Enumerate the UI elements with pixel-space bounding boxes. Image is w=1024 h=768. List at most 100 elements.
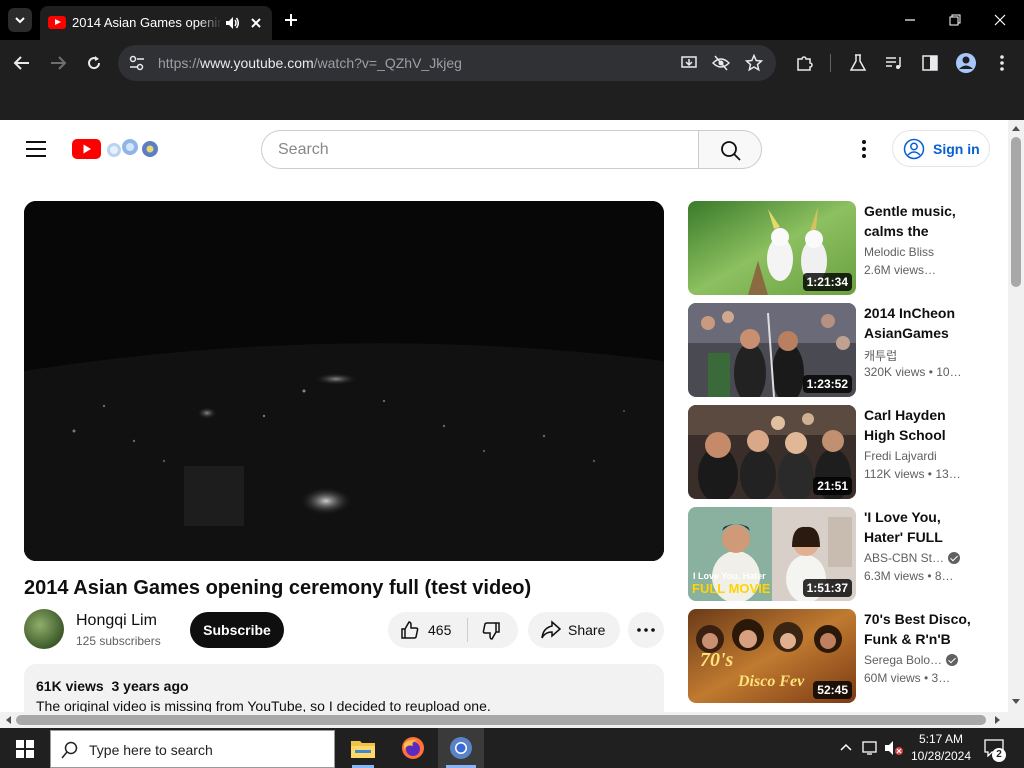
browser-infobar-area — [0, 86, 1024, 120]
recommendation-channel[interactable]: Fredi Lajvardi — [864, 449, 937, 463]
reload-icon[interactable] — [84, 53, 104, 73]
thumbnail-caption-line1: 70's — [700, 649, 734, 671]
sign-in-label: Sign in — [933, 141, 980, 157]
more-actions-button[interactable] — [628, 612, 664, 648]
dislike-button[interactable] — [468, 612, 518, 648]
taskbar-chrome[interactable] — [438, 728, 484, 768]
duration-badge: 52:45 — [813, 681, 852, 699]
search-input[interactable] — [278, 139, 678, 161]
search-button[interactable] — [698, 130, 762, 169]
recommendation-item[interactable]: 21:51 Carl Hayden High School Robotics F… — [688, 405, 1008, 499]
scroll-right-arrow-icon[interactable] — [994, 716, 1002, 724]
recommendation-title[interactable]: 70's Best Disco, Funk & R'n'B Hits — [864, 609, 974, 649]
network-icon[interactable] — [862, 740, 880, 756]
vertical-scroll-thumb[interactable] — [1011, 137, 1021, 287]
media-control-icon[interactable] — [884, 53, 904, 73]
recommendation-meta: 2.6M views… — [864, 263, 937, 277]
recommendation-meta: 60M views • 3… — [864, 671, 951, 685]
recommendation-item[interactable]: 1:21:34 Gentle music, calms the nervous … — [688, 201, 1008, 295]
system-clock[interactable]: 5:17 AM 10/28/2024 — [906, 731, 976, 765]
new-tab-plus-icon[interactable] — [283, 12, 299, 28]
search-box — [261, 130, 699, 169]
upload-age: 3 years ago — [111, 678, 189, 694]
description-text: The original video is missing from YouTu… — [36, 698, 491, 712]
recommendation-thumbnail[interactable]: 21:51 — [688, 405, 856, 499]
volume-muted-icon[interactable] — [884, 740, 904, 756]
browser-menu-icon[interactable] — [992, 53, 1012, 73]
channel-name[interactable]: Hongqi Lim — [76, 612, 157, 630]
browser-toolbar: https://www.youtube.com/watch?v=_QZhV_Jk… — [0, 40, 1024, 86]
url-scheme: https:// — [158, 55, 201, 71]
youtube-logo-icon — [72, 139, 158, 159]
back-arrow-icon[interactable] — [12, 53, 32, 73]
minimize-icon[interactable] — [902, 12, 918, 28]
recommendation-channel[interactable]: 캐투럽 — [864, 347, 897, 364]
recommendation-title[interactable]: 'I Love You, Hater' FULL MOVIE — [864, 507, 974, 547]
recommendation-item[interactable]: 70's Disco Fev 52:45 70's Best Disco, Fu… — [688, 609, 1008, 703]
video-player[interactable] — [24, 201, 664, 561]
show-hidden-icons-chevron-icon[interactable] — [840, 742, 852, 752]
scroll-down-arrow-icon[interactable] — [1012, 698, 1020, 706]
bookmark-star-icon[interactable] — [745, 54, 763, 72]
recommendation-meta: 320K views • 10… — [864, 365, 962, 379]
subscribe-button[interactable]: Subscribe — [190, 612, 284, 648]
description-box[interactable]: 61K views 3 years ago The original video… — [24, 664, 664, 712]
thumbnail-caption-line2: FULL MOVIE — [692, 581, 771, 596]
close-window-icon[interactable] — [992, 12, 1008, 28]
recommendation-title[interactable]: Carl Hayden High School Robotics — [864, 405, 974, 445]
settings-more-icon[interactable] — [854, 139, 874, 159]
restore-icon[interactable] — [947, 12, 963, 28]
recommendation-title[interactable]: 2014 InCheon AsianGames Opening — [864, 303, 974, 343]
recommendation-item[interactable]: 1:23:52 2014 InCheon AsianGames Opening … — [688, 303, 1008, 397]
like-dislike-group: 465 — [388, 612, 518, 648]
video-title: 2014 Asian Games opening ceremony full (… — [24, 577, 532, 599]
recommendation-thumbnail[interactable]: 1:21:34 — [688, 201, 856, 295]
youtube-page: Sign in 2014 Asian Games opening ceremon… — [0, 120, 1008, 712]
recommendation-meta: 6.3M views • 8… — [864, 569, 954, 583]
speaker-icon[interactable] — [224, 15, 240, 31]
recommendation-thumbnail[interactable]: I Love You, Hater FULL MOVIE 1:51:37 — [688, 507, 856, 601]
recommendation-thumbnail[interactable]: 1:23:52 — [688, 303, 856, 397]
recommendation-thumbnail[interactable]: 70's Disco Fev 52:45 — [688, 609, 856, 703]
side-panel-icon[interactable] — [920, 53, 940, 73]
windows-start-icon[interactable] — [16, 740, 34, 758]
site-settings-icon[interactable] — [128, 54, 146, 72]
scroll-left-arrow-icon[interactable] — [4, 716, 12, 724]
taskbar-search-box[interactable]: Type here to search — [50, 730, 335, 768]
recommendation-item[interactable]: I Love You, Hater FULL MOVIE 1:51:37 'I … — [688, 507, 1008, 601]
sign-in-button[interactable]: Sign in — [892, 130, 990, 167]
taskbar-firefox[interactable] — [390, 728, 436, 768]
tab-title: 2014 Asian Games opening ceremony full (… — [72, 15, 222, 30]
thumbnail-caption-line2: Disco Fev — [738, 673, 805, 690]
folder-icon — [351, 741, 375, 758]
horizontal-scroll-thumb[interactable] — [16, 715, 986, 725]
scroll-up-arrow-icon[interactable] — [1012, 124, 1020, 132]
eye-slash-icon[interactable] — [712, 54, 730, 72]
verified-check-icon — [948, 552, 961, 564]
recommendation-channel[interactable]: Melodic Bliss — [864, 245, 934, 259]
extensions-puzzle-icon[interactable] — [795, 53, 815, 73]
labs-flask-icon[interactable] — [848, 53, 868, 73]
recommendation-channel-row[interactable]: ABS-CBN St… — [864, 551, 961, 565]
address-bar[interactable]: https://www.youtube.com/watch?v=_QZhV_Jk… — [118, 45, 776, 81]
share-button[interactable]: Share — [528, 612, 620, 648]
view-stats: 61K views 3 years ago — [36, 678, 189, 694]
close-tab-icon[interactable] — [248, 15, 264, 31]
tab-list-button[interactable] — [8, 8, 32, 32]
profile-avatar-icon[interactable] — [955, 52, 977, 74]
recommendation-channel-row[interactable]: Serega Bolo… — [864, 653, 959, 667]
thumbs-down-icon — [482, 622, 500, 640]
recommendation-channel: ABS-CBN St… — [864, 551, 945, 565]
notification-count-badge: 2 — [992, 748, 1006, 762]
more-horizontal-icon — [637, 628, 655, 632]
channel-avatar[interactable] — [24, 609, 64, 649]
recommendation-title[interactable]: Gentle music, calms the nervous system — [864, 201, 974, 241]
hamburger-menu-icon[interactable] — [26, 140, 46, 158]
like-button[interactable]: 465 — [388, 612, 467, 648]
taskbar-file-explorer[interactable] — [340, 728, 386, 768]
youtube-doodle-logo[interactable] — [72, 137, 162, 161]
forward-arrow-icon[interactable] — [48, 53, 68, 73]
chevron-down-icon — [15, 17, 25, 24]
browser-tab[interactable]: 2014 Asian Games opening ceremony full (… — [40, 6, 272, 40]
install-app-icon[interactable] — [680, 54, 698, 72]
